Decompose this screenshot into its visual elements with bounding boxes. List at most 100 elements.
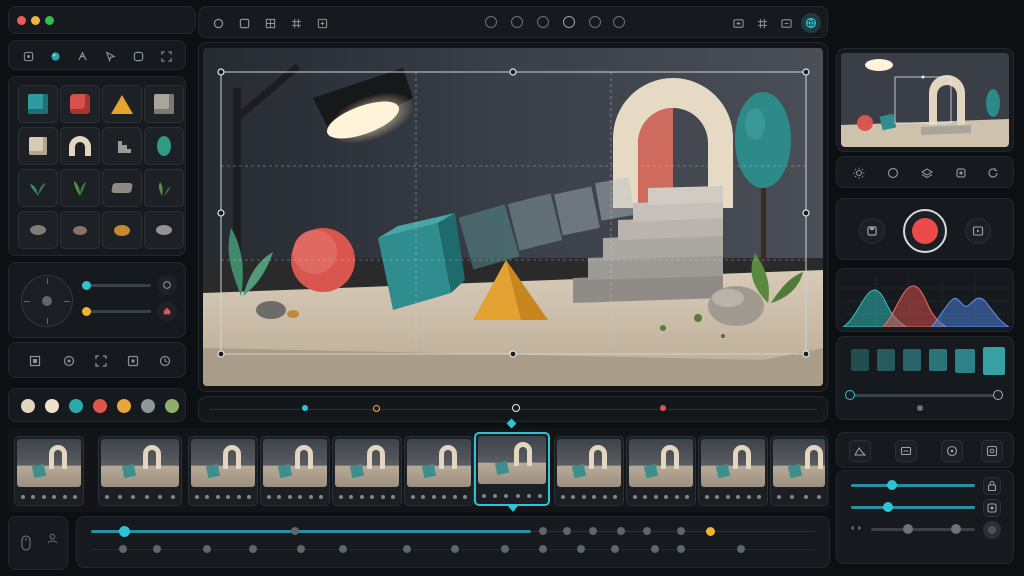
keyframe-top[interactable] xyxy=(563,527,571,535)
swatch-red[interactable] xyxy=(93,399,107,413)
keyframe-top[interactable] xyxy=(539,527,547,535)
minimize-window-button[interactable] xyxy=(31,16,40,25)
marker-yellow[interactable] xyxy=(373,405,380,412)
layout-button[interactable] xyxy=(753,14,771,32)
mouse-mode-button[interactable] xyxy=(17,529,35,557)
asset-stone-slab[interactable] xyxy=(102,169,142,207)
frame-thumb-3[interactable] xyxy=(188,436,258,506)
cube-variant-4[interactable] xyxy=(929,349,947,371)
frame-thumb-9[interactable] xyxy=(626,436,696,506)
scale-lock-button[interactable] xyxy=(983,477,1001,495)
timeline-playhead[interactable] xyxy=(119,526,130,537)
marker-teal[interactable] xyxy=(302,405,308,411)
offset-slider-knob[interactable] xyxy=(82,307,91,316)
sphere-tool-button[interactable] xyxy=(46,47,64,65)
scene-preview-thumbnail[interactable] xyxy=(841,53,1009,147)
keyframe-bottom[interactable] xyxy=(297,545,305,553)
swatch-ivory[interactable] xyxy=(45,399,59,413)
pointer-tool-button[interactable] xyxy=(101,47,119,65)
frame-thumb-5[interactable] xyxy=(332,436,402,506)
asset-pebble[interactable] xyxy=(18,211,58,249)
keyframe-top[interactable] xyxy=(643,527,651,535)
keyframe-top[interactable] xyxy=(291,527,299,535)
frame-thumb-8[interactable] xyxy=(554,436,624,506)
layers-button[interactable] xyxy=(917,163,937,183)
timeline-track[interactable] xyxy=(76,516,830,568)
keyframe-bottom[interactable] xyxy=(737,545,745,553)
close-window-button[interactable] xyxy=(17,16,26,25)
toolbar-dot-5[interactable] xyxy=(589,16,601,28)
frame-thumb-2[interactable] xyxy=(98,436,182,506)
toolbar-dot-2[interactable] xyxy=(511,16,523,28)
pen-tool-button[interactable] xyxy=(73,47,91,65)
asset-pebble-2[interactable] xyxy=(60,211,100,249)
scale-slider-knob[interactable] xyxy=(887,480,897,490)
maximize-window-button[interactable] xyxy=(45,16,54,25)
sun-button[interactable] xyxy=(849,163,869,183)
keyframe-bottom[interactable] xyxy=(249,545,257,553)
globe-button[interactable] xyxy=(801,13,821,33)
asset-stairs[interactable] xyxy=(102,127,142,165)
frame-thumb-10[interactable] xyxy=(698,436,768,506)
asset-yellow-pyramid[interactable] xyxy=(102,85,142,123)
asset-red-cube[interactable] xyxy=(60,85,100,123)
viewport-scene[interactable] xyxy=(203,48,823,386)
crop-tool-button[interactable] xyxy=(157,47,175,65)
blur-toggle[interactable] xyxy=(849,521,863,535)
rotation-slider[interactable] xyxy=(85,284,151,287)
blur-slider-knob-b[interactable] xyxy=(951,524,961,534)
keyframe-bottom[interactable] xyxy=(577,545,585,553)
keyframe-bottom[interactable] xyxy=(119,545,127,553)
toolbar-dot-1[interactable] xyxy=(485,16,497,28)
rotation-reset-button[interactable] xyxy=(157,275,177,295)
blur-reset-button[interactable] xyxy=(983,521,1001,539)
keyframe-bottom[interactable] xyxy=(611,545,619,553)
keyframe-top[interactable] xyxy=(617,527,625,535)
cube-variant-3[interactable] xyxy=(903,349,921,371)
expand-button[interactable] xyxy=(91,351,111,371)
select-tool-button[interactable] xyxy=(19,47,37,65)
asset-plant-2[interactable] xyxy=(60,169,100,207)
record-button[interactable] xyxy=(903,209,947,253)
fit-view-button[interactable] xyxy=(25,351,45,371)
cube-variant-2[interactable] xyxy=(877,349,895,371)
rotation-slider-knob[interactable] xyxy=(82,281,91,290)
asset-arch[interactable] xyxy=(60,127,100,165)
variant-slider[interactable] xyxy=(849,394,999,397)
zoom-button[interactable] xyxy=(941,440,963,462)
toolbar-dot-6[interactable] xyxy=(613,16,625,28)
user-button[interactable] xyxy=(43,529,61,547)
frame-tool-button[interactable] xyxy=(235,14,253,32)
circle-tool-button[interactable] xyxy=(209,14,227,32)
play-button[interactable] xyxy=(965,218,991,244)
marker-red[interactable] xyxy=(660,405,666,411)
asset-gray-pebble[interactable] xyxy=(144,211,184,249)
keyframe-bottom[interactable] xyxy=(203,545,211,553)
cube-variant-5[interactable] xyxy=(955,349,975,373)
asset-leaves[interactable] xyxy=(144,169,184,207)
timer-button[interactable] xyxy=(155,351,175,371)
depth-settings-button[interactable] xyxy=(983,499,1001,517)
marker-current[interactable] xyxy=(512,404,520,412)
grid-small-button[interactable] xyxy=(261,14,279,32)
save-button[interactable] xyxy=(859,218,885,244)
frame-thumb-4[interactable] xyxy=(260,436,330,506)
swatch-green[interactable] xyxy=(165,399,179,413)
keyframe-bottom[interactable] xyxy=(451,545,459,553)
variant-slider-start[interactable] xyxy=(845,390,855,400)
image-button[interactable] xyxy=(895,440,917,462)
target-button[interactable] xyxy=(59,351,79,371)
mountain-button[interactable] xyxy=(849,440,871,462)
asset-gray-cube[interactable] xyxy=(144,85,184,123)
asset-teal-egg[interactable] xyxy=(144,127,184,165)
blur-slider-knob-a[interactable] xyxy=(903,524,913,534)
swatch-orange[interactable] xyxy=(117,399,131,413)
frame-settings-button[interactable] xyxy=(981,440,1003,462)
transfer-button[interactable] xyxy=(777,14,795,32)
toolbar-dot-3[interactable] xyxy=(537,16,549,28)
circle-light-button[interactable] xyxy=(883,163,903,183)
keyframe-bottom[interactable] xyxy=(651,545,659,553)
stop-button[interactable] xyxy=(951,163,971,183)
export-button[interactable] xyxy=(313,14,331,32)
swatch-teal[interactable] xyxy=(69,399,83,413)
